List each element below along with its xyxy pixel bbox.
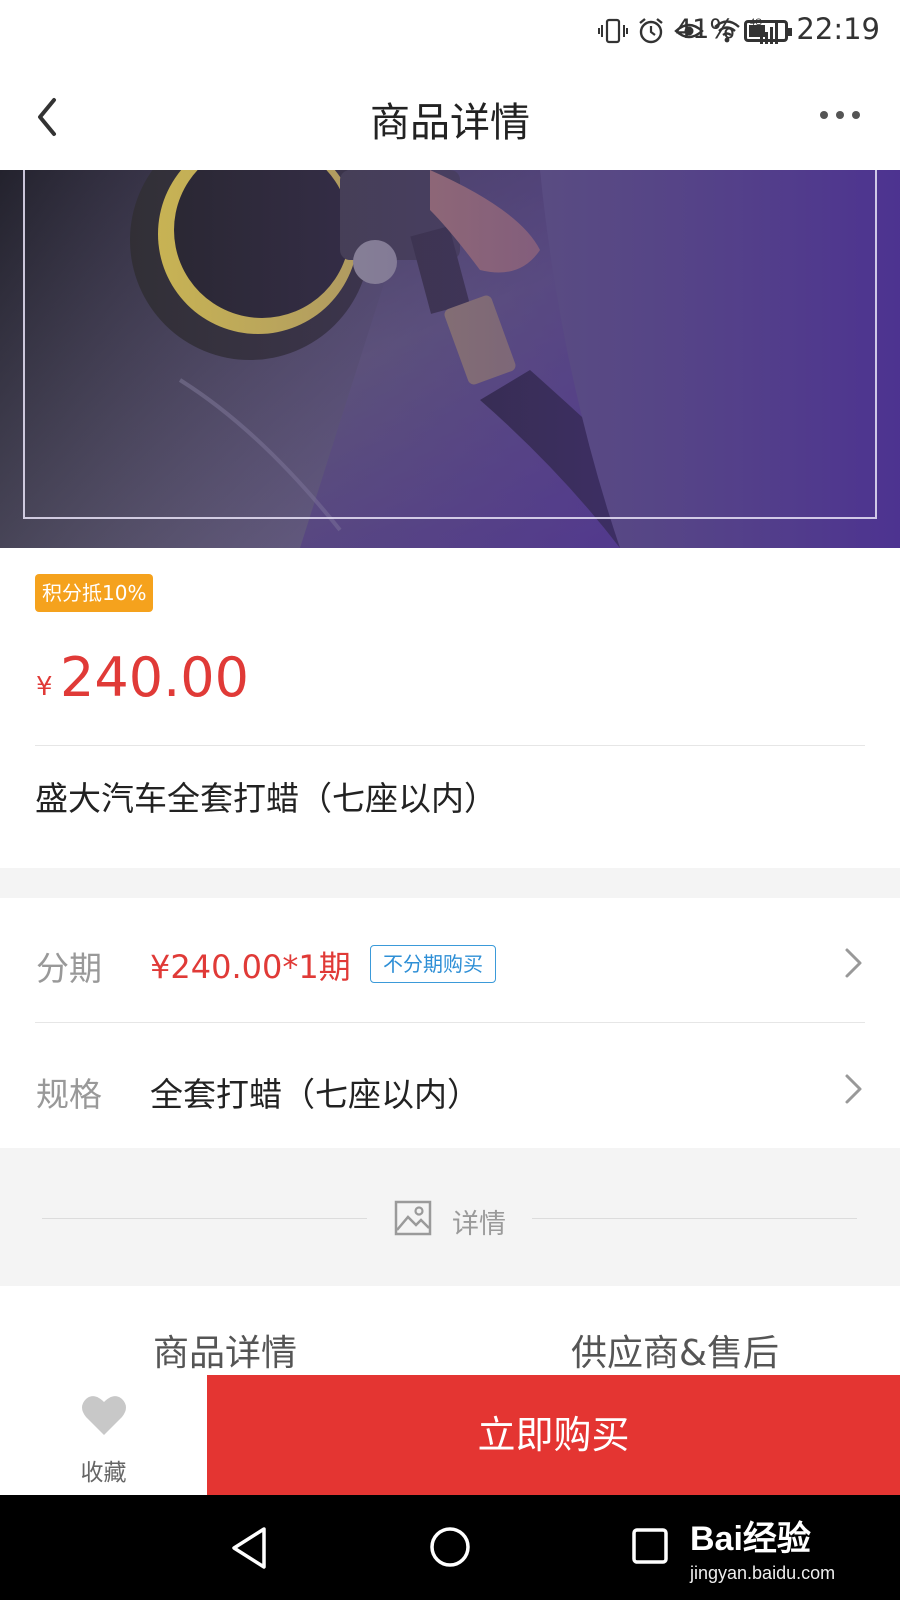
system-nav-bar: Bai经验 jingyan.baidu.com	[0, 1495, 900, 1600]
tab-bar: 商品详情 供应商&售后	[0, 1286, 900, 1376]
page-title: 商品详情	[370, 100, 530, 146]
baidu-jingyan-watermark: Bai经验 jingyan.baidu.com	[690, 1505, 890, 1591]
bottom-action-bar: 收藏 立即购买	[0, 1375, 900, 1495]
product-name: 盛大汽车全套打蜡（七座以内）	[35, 779, 497, 818]
spec-value: 全套打蜡（七座以内）	[150, 1075, 480, 1114]
points-badge: 积分抵10%	[35, 574, 154, 612]
alarm-icon	[639, 18, 663, 44]
favorite-label: 收藏	[80, 1460, 127, 1486]
system-back-icon[interactable]	[228, 1525, 272, 1571]
product-hero-image	[0, 170, 900, 548]
system-recent-apps-icon[interactable]	[630, 1526, 670, 1566]
spec-label: 规格	[36, 1075, 102, 1114]
divider-line-right	[532, 1218, 857, 1219]
installment-value: ¥240.00*1期	[150, 948, 351, 986]
more-dots-icon[interactable]	[818, 106, 862, 124]
price-value: 240.00	[60, 646, 249, 709]
system-home-icon[interactable]	[428, 1525, 472, 1569]
tab-supplier-aftersales[interactable]: 供应商&售后	[450, 1324, 900, 1376]
image-icon	[394, 1200, 432, 1236]
heart-icon	[82, 1396, 126, 1435]
vibrate-icon	[598, 18, 628, 44]
buy-now-button[interactable]: 立即购买	[207, 1375, 900, 1495]
section-gap	[0, 868, 900, 898]
tab-product-details[interactable]: 商品详情	[0, 1324, 450, 1376]
battery-percent: 41%	[674, 14, 735, 45]
favorite-button[interactable]: 收藏	[0, 1375, 207, 1495]
divider	[35, 745, 865, 746]
status-bar: 4G 41% 22:19	[0, 0, 900, 62]
watermark-brand: Bai经验	[690, 1520, 811, 1558]
chevron-right-icon[interactable]	[843, 1072, 865, 1106]
installment-label: 分期	[36, 949, 102, 988]
no-installment-tag[interactable]: 不分期购买	[370, 945, 496, 983]
detail-label: 详情	[452, 1209, 506, 1240]
watermark-url: jingyan.baidu.com	[690, 1563, 836, 1583]
nav-bar: 商品详情	[0, 62, 900, 170]
clock: 22:19	[796, 12, 880, 46]
detail-section-header: 详情	[0, 1148, 900, 1286]
price-currency-symbol: ¥	[36, 672, 53, 702]
divider-line-left	[42, 1218, 367, 1219]
battery-icon	[744, 20, 792, 42]
chevron-right-icon[interactable]	[843, 946, 865, 980]
